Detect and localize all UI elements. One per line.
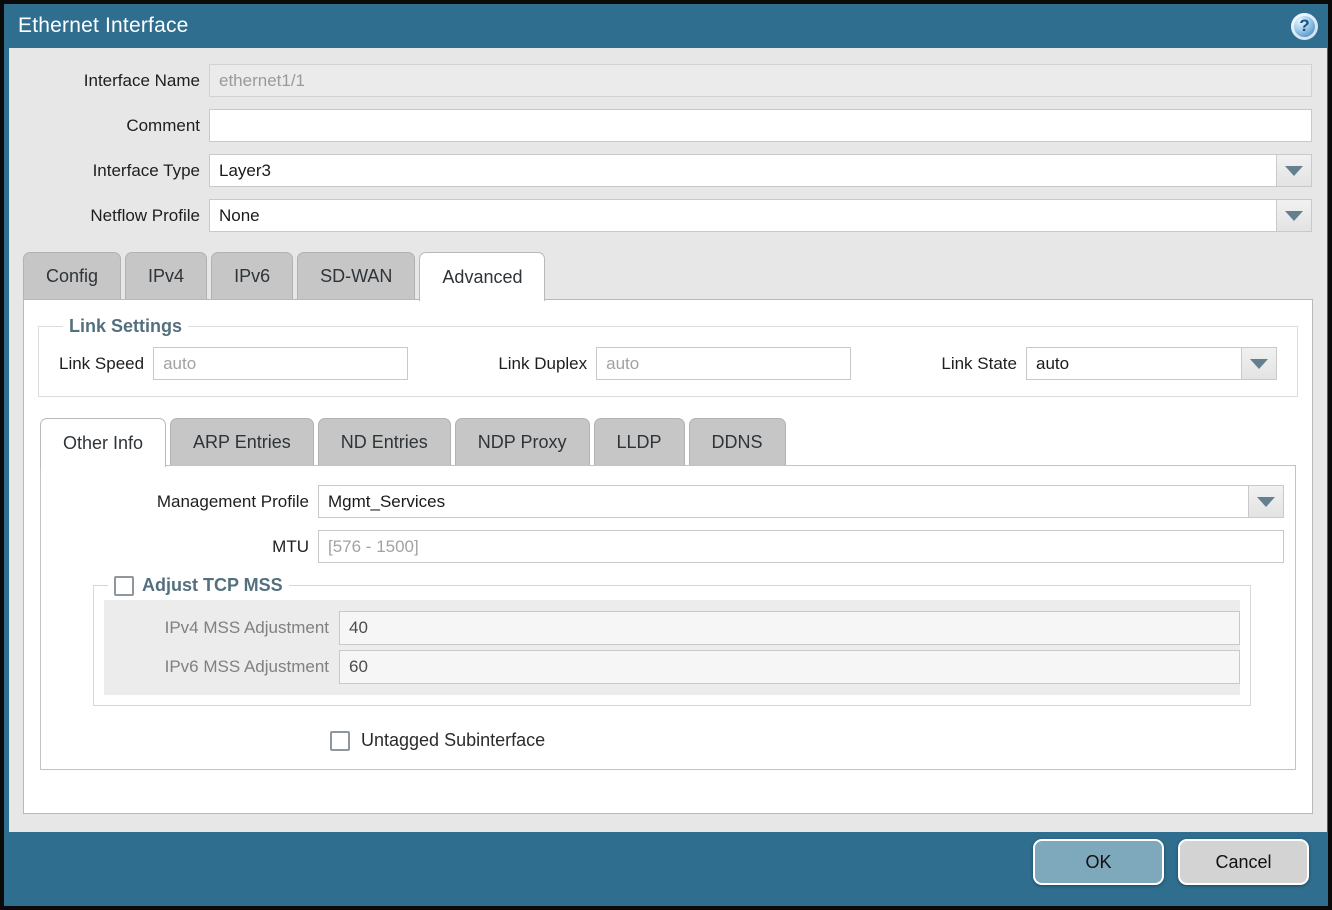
mtu-label: MTU: [41, 537, 318, 557]
link-state-dropdown-button[interactable]: [1241, 347, 1277, 380]
tab-ipv4[interactable]: IPv4: [125, 252, 207, 299]
management-profile-value[interactable]: [318, 485, 1248, 518]
chevron-down-icon: [1285, 166, 1303, 176]
help-icon[interactable]: ?: [1291, 13, 1318, 40]
interface-type-label: Interface Type: [9, 161, 209, 181]
interface-name-row: Interface Name: [9, 64, 1312, 97]
ipv4-mss-label: IPv4 MSS Adjustment: [104, 618, 339, 638]
main-tabstrip: Config IPv4 IPv6 SD-WAN Advanced: [9, 252, 1327, 299]
interface-type-row: Interface Type: [9, 154, 1312, 187]
link-settings-row: Link Speed Link Duplex Link State: [59, 347, 1277, 380]
ipv4-mss-row: IPv4 MSS Adjustment: [104, 611, 1240, 645]
management-profile-label: Management Profile: [41, 492, 318, 512]
interface-type-select[interactable]: [209, 154, 1312, 187]
netflow-profile-value[interactable]: [209, 199, 1276, 232]
netflow-profile-dropdown-button[interactable]: [1276, 199, 1312, 232]
management-profile-select[interactable]: [318, 485, 1284, 518]
link-speed-group: Link Speed: [59, 347, 408, 380]
netflow-profile-select[interactable]: [209, 199, 1312, 232]
tab-config[interactable]: Config: [23, 252, 121, 299]
chevron-down-icon: [1285, 211, 1303, 221]
ethernet-interface-dialog: Ethernet Interface ? Interface Name Comm…: [0, 0, 1332, 910]
netflow-profile-label: Netflow Profile: [9, 206, 209, 226]
dialog-body: Interface Name Comment Interface Type Ne…: [9, 48, 1327, 832]
ok-button[interactable]: OK: [1033, 839, 1164, 885]
mtu-input[interactable]: [318, 530, 1284, 563]
link-state-label: Link State: [941, 354, 1026, 374]
adjust-tcp-mss-checkbox[interactable]: [114, 576, 134, 596]
tab-nd-entries[interactable]: ND Entries: [318, 418, 451, 465]
interface-name-label: Interface Name: [9, 71, 209, 91]
chevron-down-icon: [1250, 359, 1268, 369]
chevron-down-icon: [1257, 497, 1275, 507]
untagged-subinterface-checkbox[interactable]: [330, 731, 350, 751]
mtu-row: MTU: [41, 530, 1284, 563]
title-bar: Ethernet Interface ?: [4, 4, 1328, 48]
tab-advanced[interactable]: Advanced: [419, 252, 545, 301]
link-state-group: Link State: [941, 347, 1277, 380]
other-info-panel: Management Profile MTU Adjust: [40, 465, 1296, 770]
tab-other-info[interactable]: Other Info: [40, 418, 166, 467]
link-speed-label: Link Speed: [59, 354, 153, 374]
link-state-value[interactable]: [1026, 347, 1241, 380]
ipv6-mss-input: [339, 650, 1240, 684]
untagged-subinterface-row: Untagged Subinterface: [330, 730, 1295, 751]
management-profile-dropdown-button[interactable]: [1248, 485, 1284, 518]
link-state-select[interactable]: [1026, 347, 1277, 380]
link-duplex-label: Link Duplex: [498, 354, 596, 374]
link-duplex-input[interactable]: [596, 347, 851, 380]
dialog-title: Ethernet Interface: [18, 14, 189, 38]
link-settings-fieldset: Link Settings Link Speed Link Duplex Lin…: [38, 316, 1298, 397]
info-tabstrip: Other Info ARP Entries ND Entries NDP Pr…: [24, 418, 1312, 465]
adjust-tcp-mss-legend: Adjust TCP MSS: [108, 575, 289, 596]
tab-ipv6[interactable]: IPv6: [211, 252, 293, 299]
cancel-button[interactable]: Cancel: [1178, 839, 1309, 885]
tab-ddns[interactable]: DDNS: [689, 418, 786, 465]
link-speed-input[interactable]: [153, 347, 408, 380]
comment-label: Comment: [9, 116, 209, 136]
comment-input[interactable]: [209, 109, 1312, 142]
tab-arp-entries[interactable]: ARP Entries: [170, 418, 314, 465]
dialog-footer: OK Cancel: [4, 832, 1328, 906]
ipv6-mss-row: IPv6 MSS Adjustment: [104, 650, 1240, 684]
mss-rows: IPv4 MSS Adjustment IPv6 MSS Adjustment: [104, 600, 1240, 695]
netflow-profile-row: Netflow Profile: [9, 199, 1312, 232]
tab-ndp-proxy[interactable]: NDP Proxy: [455, 418, 590, 465]
untagged-subinterface-label: Untagged Subinterface: [361, 730, 545, 751]
link-settings-legend: Link Settings: [63, 316, 188, 337]
link-duplex-group: Link Duplex: [498, 347, 851, 380]
ipv6-mss-label: IPv6 MSS Adjustment: [104, 657, 339, 677]
adjust-tcp-mss-label: Adjust TCP MSS: [142, 575, 283, 596]
comment-row: Comment: [9, 109, 1312, 142]
interface-name-input: [209, 64, 1312, 97]
tab-lldp[interactable]: LLDP: [594, 418, 685, 465]
management-profile-row: Management Profile: [41, 485, 1284, 518]
tab-sdwan[interactable]: SD-WAN: [297, 252, 415, 299]
interface-type-dropdown-button[interactable]: [1276, 154, 1312, 187]
interface-type-value[interactable]: [209, 154, 1276, 187]
adjust-tcp-mss-fieldset: Adjust TCP MSS IPv4 MSS Adjustment IPv6 …: [93, 575, 1251, 706]
ipv4-mss-input: [339, 611, 1240, 645]
advanced-tab-panel: Link Settings Link Speed Link Duplex Lin…: [23, 299, 1313, 814]
